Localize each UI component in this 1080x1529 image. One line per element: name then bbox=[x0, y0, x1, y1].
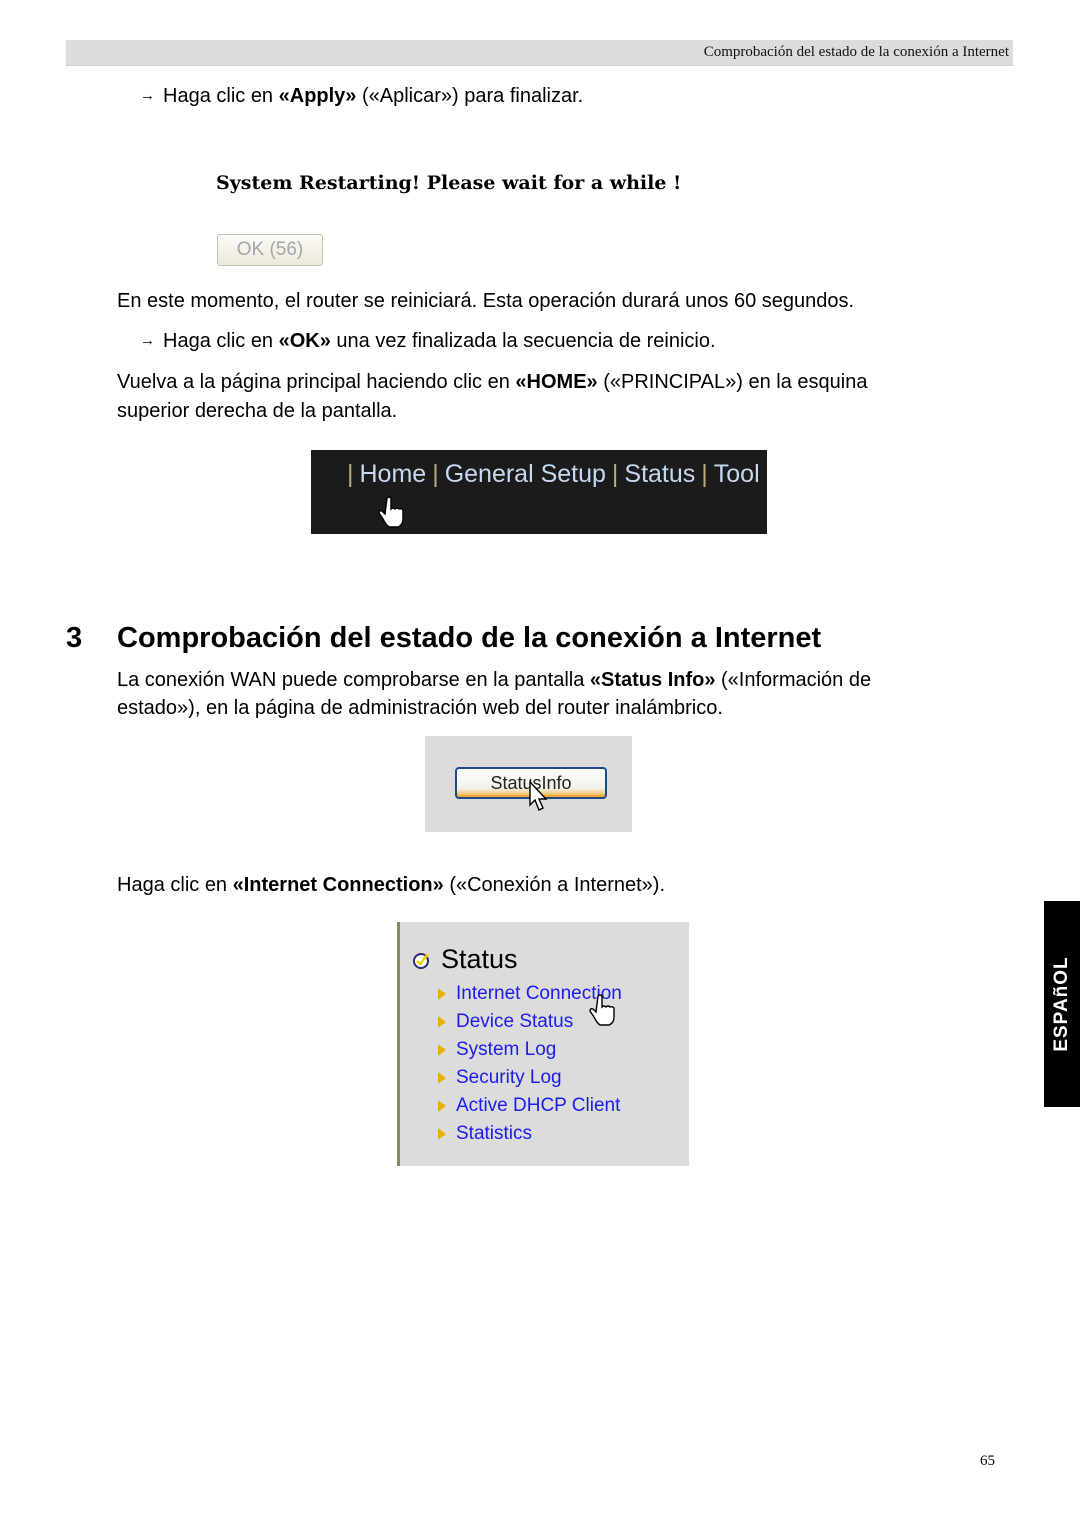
page-number: 65 bbox=[980, 1453, 995, 1469]
language-label: ESPAñOL bbox=[1051, 956, 1072, 1052]
menu-item-statistics[interactable]: Statistics bbox=[438, 1120, 622, 1148]
restart-message: System Restarting! Please wait for a whi… bbox=[216, 172, 682, 194]
check-circle-icon bbox=[413, 952, 429, 969]
step-keyword: «OK» bbox=[278, 330, 331, 352]
step-home: Vuelva a la página principal haciendo cl… bbox=[117, 368, 867, 396]
step-text: («PRINCIPAL») en la esquina bbox=[597, 371, 868, 393]
intro-keyword: «Status Info» bbox=[589, 669, 716, 691]
nav-general-setup-link[interactable]: General Setup bbox=[445, 460, 606, 489]
triangle-bullet-icon bbox=[438, 1044, 446, 1056]
nav-home-link[interactable]: Home bbox=[360, 460, 427, 489]
hand-pointer-cursor-icon bbox=[378, 496, 404, 528]
menu-item-label: Device Status bbox=[456, 1011, 574, 1032]
step-apply: → Haga clic en «Apply» («Aplicar») para f… bbox=[140, 82, 583, 112]
ok-countdown-button[interactable]: OK (56) bbox=[217, 234, 323, 266]
nav-items: | Home | General Setup | Status | Tool bbox=[341, 460, 760, 489]
intro-text: («Información de bbox=[715, 669, 872, 691]
triangle-bullet-icon bbox=[438, 1128, 446, 1140]
triangle-bullet-icon bbox=[438, 1100, 446, 1112]
hand-pointer-cursor-icon bbox=[589, 994, 615, 1026]
menu-item-label: System Log bbox=[456, 1039, 557, 1060]
running-title: Comprobación del estado de la conexión a… bbox=[703, 44, 1009, 60]
step-internet-connection: Haga clic en «Internet Connection» («Con… bbox=[117, 871, 665, 899]
status-menu-heading: Status bbox=[412, 944, 518, 975]
step-keyword: «HOME» bbox=[515, 371, 598, 393]
step-text: («Conexión a Internet»). bbox=[443, 874, 666, 896]
status-info-screenshot: StatusInfo bbox=[425, 736, 632, 832]
triangle-bullet-icon bbox=[438, 988, 446, 1000]
step-home-line2: superior derecha de la pantalla. bbox=[117, 400, 398, 422]
nav-status-link[interactable]: Status bbox=[624, 460, 695, 489]
menu-item-label: Active DHCP Client bbox=[456, 1095, 621, 1116]
nav-separator: | bbox=[432, 460, 439, 488]
intro-text: La conexión WAN puede comprobarse en la … bbox=[117, 669, 590, 691]
step-text: Haga clic en bbox=[163, 330, 279, 352]
nav-tool-link[interactable]: Tool bbox=[714, 460, 760, 489]
nav-bar-screenshot: | Home | General Setup | Status | Tool bbox=[311, 450, 767, 534]
status-heading-text: Status bbox=[441, 944, 518, 974]
section-heading: 3 Comprobación del estado de la conexión … bbox=[66, 622, 821, 655]
step-ok: → Haga clic en «OK» una vez finalizada la… bbox=[140, 327, 716, 357]
menu-item-system-log[interactable]: System Log bbox=[438, 1036, 622, 1064]
arrow-pointer-cursor-icon bbox=[529, 781, 548, 811]
section-intro: La conexión WAN puede comprobarse en la … bbox=[117, 666, 871, 694]
step-text: («Aplicar») para finalizar. bbox=[356, 85, 584, 107]
menu-item-active-dhcp-client[interactable]: Active DHCP Client bbox=[438, 1092, 622, 1120]
running-header: Comprobación del estado de la conexión a… bbox=[66, 40, 1013, 66]
section-title: Comprobación del estado de la conexión a… bbox=[117, 622, 822, 654]
menu-item-label: Security Log bbox=[456, 1067, 562, 1088]
arrow-icon: → bbox=[140, 332, 155, 349]
step-text: Haga clic en bbox=[163, 85, 279, 107]
step-text: Haga clic en bbox=[117, 874, 233, 896]
nav-separator: | bbox=[347, 460, 354, 488]
arrow-icon: → bbox=[140, 87, 155, 104]
triangle-bullet-icon bbox=[438, 1072, 446, 1084]
status-menu-screenshot: Status Internet Connection Device Status… bbox=[397, 922, 689, 1166]
restart-note: En este momento, el router se reiniciará… bbox=[117, 290, 855, 312]
menu-item-label: Statistics bbox=[456, 1123, 533, 1144]
step-text: una vez finalizada la secuencia de reini… bbox=[330, 330, 716, 352]
nav-separator: | bbox=[701, 460, 708, 488]
step-keyword: «Internet Connection» bbox=[232, 874, 444, 896]
step-text: Vuelva a la página principal haciendo cl… bbox=[117, 371, 516, 393]
language-side-tab: ESPAñOL bbox=[1044, 901, 1080, 1107]
triangle-bullet-icon bbox=[438, 1016, 446, 1028]
step-keyword: «Apply» bbox=[278, 85, 357, 107]
section-number: 3 bbox=[66, 622, 83, 654]
section-intro-line2: estado»), en la página de administración… bbox=[117, 697, 723, 719]
nav-separator: | bbox=[611, 460, 619, 488]
menu-item-security-log[interactable]: Security Log bbox=[438, 1064, 622, 1092]
